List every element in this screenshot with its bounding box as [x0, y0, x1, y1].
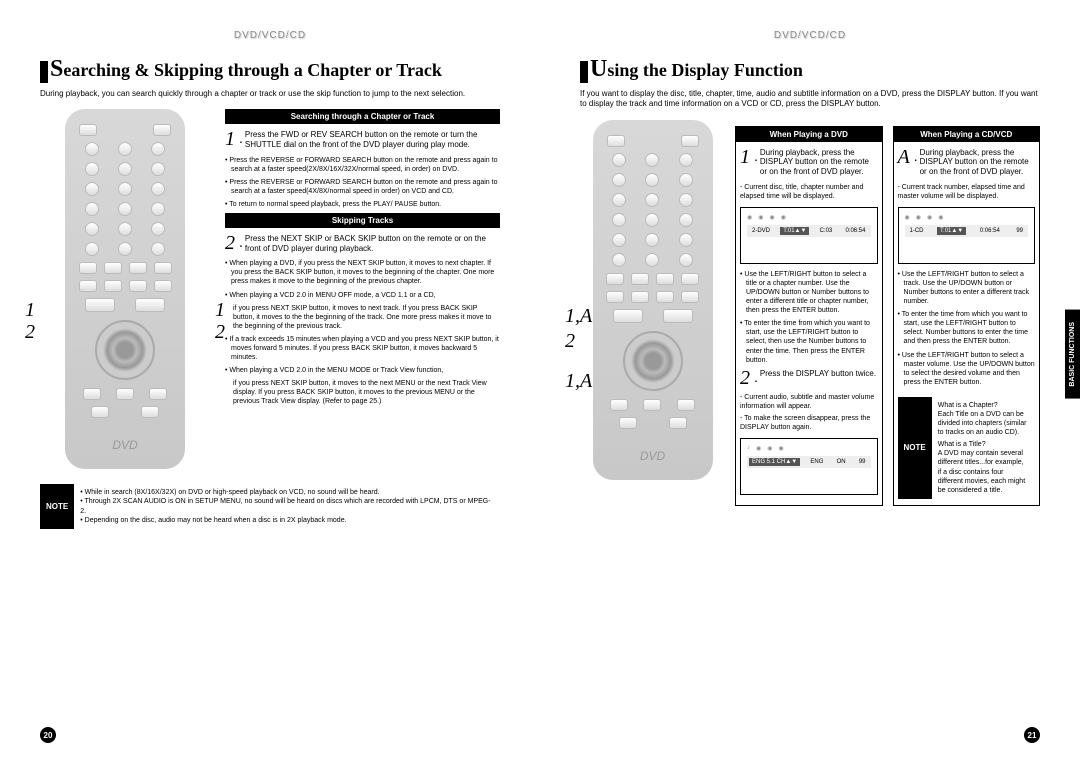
- left-page: DVD/VCD/CD Searching & Skipping through …: [0, 0, 540, 763]
- step-1-dvd: 1. During playback, press the DISPLAY bu…: [740, 148, 878, 177]
- section-header-skipping: Skipping Tracks: [225, 213, 500, 228]
- dvd-column: When Playing a DVD 1. During playback, p…: [735, 126, 883, 506]
- remote-illustration: 1,A 2 1,A DVD: [580, 120, 725, 506]
- dvd-logo-icon: DVD: [75, 438, 175, 452]
- title-bar-icon: [580, 61, 588, 83]
- remote-body: DVD: [593, 120, 713, 480]
- bullet: Use the LEFT/RIGHT button to select a tr…: [898, 270, 1036, 306]
- note-label: NOTE: [40, 484, 74, 528]
- right-page: DVD/VCD/CD Using the Display Function If…: [540, 0, 1080, 763]
- display-screen-dvd-2: ♪◉◉◉ ENG 5.1 CH▲▼ ENG ON 99: [740, 438, 878, 495]
- bullet-cont: if you press NEXT SKIP button, it moves …: [233, 304, 500, 331]
- callout-2-left: 2: [25, 321, 35, 344]
- remote-illustration: 1 2 1 2 DVD: [40, 109, 210, 469]
- callout-1-right: 1: [215, 299, 225, 322]
- bullet: Press the REVERSE or FORWARD SEARCH butt…: [225, 178, 500, 196]
- shuttle-dial-icon: [95, 320, 155, 380]
- note-box: NOTE • While in search (8X/16X/32X) on D…: [40, 484, 500, 528]
- section-header-dvd: When Playing a DVD: [736, 127, 882, 142]
- dash-note: - To make the screen disappear, press th…: [740, 414, 878, 432]
- page-number: 21: [1024, 727, 1040, 743]
- note-box-right: NOTE What is a Chapter? Each Title on a …: [898, 397, 1036, 499]
- callout-2: 2: [565, 330, 575, 353]
- bullet: Use the LEFT/RIGHT button to select a ma…: [898, 351, 1036, 387]
- section-header-cdvcd: When Playing a CD/VCD: [894, 127, 1040, 142]
- bullet: To return to normal speed playback, pres…: [225, 200, 500, 209]
- side-tab: BASIC FUNCTIONS: [1065, 310, 1080, 399]
- disc-type-header: DVD/VCD/CD: [40, 30, 500, 41]
- bullet: To enter the time from which you want to…: [898, 310, 1036, 346]
- remote-body: DVD: [65, 109, 185, 469]
- note-a1: Each Title on a DVD can be divided into …: [938, 410, 1029, 437]
- disc-type-header: DVD/VCD/CD: [580, 30, 1040, 41]
- note-a2: A DVD may contain several different titl…: [938, 449, 1029, 494]
- page-number: 20: [40, 727, 56, 743]
- step-2-dvd: 2. Press the DISPLAY button twice.: [740, 369, 878, 387]
- bullet-cont: if you press NEXT SKIP button, it moves …: [233, 379, 500, 406]
- bullet: Use the LEFT/RIGHT button to select a ti…: [740, 270, 878, 315]
- bullet: When playing a VCD 2.0 in MENU OFF mode,…: [225, 291, 500, 300]
- step-2: 2. Press the NEXT SKIP or BACK SKIP butt…: [225, 234, 500, 253]
- note-q1: What is a Chapter?: [938, 401, 1029, 410]
- cdvcd-column: When Playing a CD/VCD A. During playback…: [893, 126, 1041, 506]
- bullet: To enter the time from which you want to…: [740, 319, 878, 364]
- step-a-cdvcd: A. During playback, press the DISPLAY bu…: [898, 148, 1036, 177]
- page-title: Using the Display Function: [580, 56, 1040, 83]
- dash-note: - Current disc, title, chapter number an…: [740, 183, 878, 201]
- step-1: 1. Press the FWD or REV SEARCH button on…: [225, 130, 500, 149]
- page-title: Searching & Skipping through a Chapter o…: [40, 56, 500, 83]
- dash-note: - Current audio, subtitle and master vol…: [740, 393, 878, 411]
- intro-text: If you want to display the disc, title, …: [580, 89, 1040, 110]
- display-screen-dvd-1: ◉◉◉◉ 2-DVD T:01▲▼ C:03 0:06:54: [740, 207, 878, 264]
- bullet: When playing a VCD 2.0 in the MENU MODE …: [225, 366, 500, 375]
- callout-2-right: 2: [215, 321, 225, 344]
- note-line: • Through 2X SCAN AUDIO is ON in SETUP M…: [80, 497, 494, 515]
- dvd-logo-icon: DVD: [603, 449, 703, 463]
- shuttle-dial-icon: [623, 331, 683, 391]
- intro-text: During playback, you can search quickly …: [40, 89, 500, 99]
- callout-1-left: 1: [25, 299, 35, 322]
- bullet: If a track exceeds 15 minutes when playi…: [225, 335, 500, 362]
- callout-1a-2: 1,A: [565, 370, 592, 393]
- note-line: • Depending on the disc, audio may not b…: [80, 516, 494, 525]
- instructions-column: Searching through a Chapter or Track 1. …: [225, 109, 500, 469]
- bullet: Press the REVERSE or FORWARD SEARCH butt…: [225, 156, 500, 174]
- callout-1a: 1,A: [565, 305, 592, 328]
- dash-note: - Current track number, elapsed time and…: [898, 183, 1036, 201]
- bullet: When playing a DVD, if you press the NEX…: [225, 259, 500, 286]
- section-header-searching: Searching through a Chapter or Track: [225, 109, 500, 124]
- note-line: • While in search (8X/16X/32X) on DVD or…: [80, 488, 494, 497]
- note-q2: What is a Title?: [938, 440, 1029, 449]
- title-bar-icon: [40, 61, 48, 83]
- display-screen-cd: ◉◉◉◉ 1-CD T:01▲▼ 0:06:54 99: [898, 207, 1036, 264]
- note-label: NOTE: [898, 397, 932, 499]
